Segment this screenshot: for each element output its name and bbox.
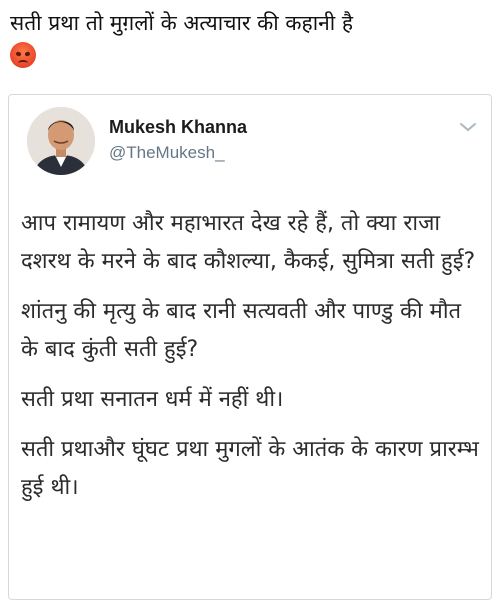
tweet-paragraph: सती प्रथा सनातन धर्म में नहीं थी। — [21, 387, 284, 412]
avatar-portrait-icon — [27, 107, 95, 175]
tweet-paragraph: आप रामायण और महाभारत देख रहे हैं, तो क्य… — [21, 211, 476, 274]
author-avatar[interactable] — [27, 107, 95, 175]
author-name[interactable]: Mukesh Khanna — [109, 117, 247, 138]
post-caption: सती प्रथा तो मुग़लों के अत्याचार की कहान… — [10, 8, 490, 68]
tweet-card: Mukesh Khanna @TheMukesh_ आप रामायण और म… — [8, 94, 492, 600]
chevron-down-icon[interactable] — [459, 121, 477, 133]
tweet-paragraph: सती प्रथाऔर घूंघट प्रथा मुगलों के आतंक क… — [21, 437, 479, 500]
tweet-paragraph: शांतनु की मृत्यु के बाद रानी सत्यवती और … — [21, 299, 462, 362]
tweet-text: आप रामायण और महाभारत देख रहे हैं, तो क्य… — [21, 205, 483, 519]
author-handle[interactable]: @TheMukesh_ — [109, 143, 225, 163]
post-caption-text: सती प्रथा तो मुग़लों के अत्याचार की कहान… — [10, 11, 354, 35]
angry-face-emoji-icon — [10, 42, 36, 68]
